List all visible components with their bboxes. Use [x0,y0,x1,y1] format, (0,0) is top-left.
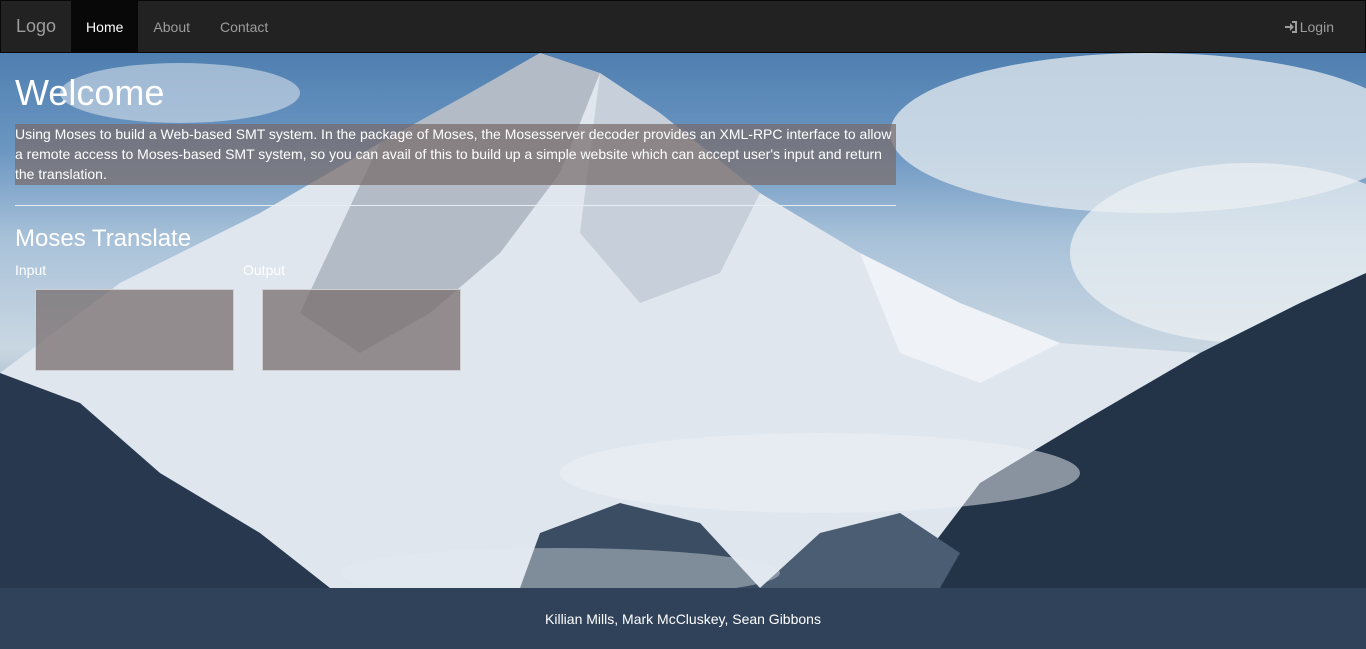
section-title: Moses Translate [15,224,192,252]
output-label: Output [243,262,286,278]
input-label: Input [15,262,47,278]
login-link[interactable]: Login [1284,1,1365,52]
navbar: Logo Home About Contact Login [0,0,1366,53]
input-textarea[interactable] [35,289,234,371]
output-textarea[interactable] [262,289,461,371]
divider [15,204,896,206]
footer: Killian Mills, Mark McCluskey, Sean Gibb… [0,588,1366,649]
nav-item-about[interactable]: About [138,1,205,52]
brand-logo[interactable]: Logo [1,1,71,52]
intro-text: Using Moses to build a Web-based SMT sys… [15,123,896,185]
nav-menu: Home About Contact [71,1,283,52]
translate-form: Input Output [15,262,515,382]
login-label: Login [1299,18,1334,35]
nav-item-contact[interactable]: Contact [205,1,283,52]
main-content: Welcome Using Moses to build a Web-based… [15,53,896,252]
log-in-icon [1284,20,1298,34]
footer-credits: Killian Mills, Mark McCluskey, Sean Gibb… [545,610,821,627]
nav-item-home[interactable]: Home [71,1,139,52]
page-title: Welcome [15,72,165,113]
